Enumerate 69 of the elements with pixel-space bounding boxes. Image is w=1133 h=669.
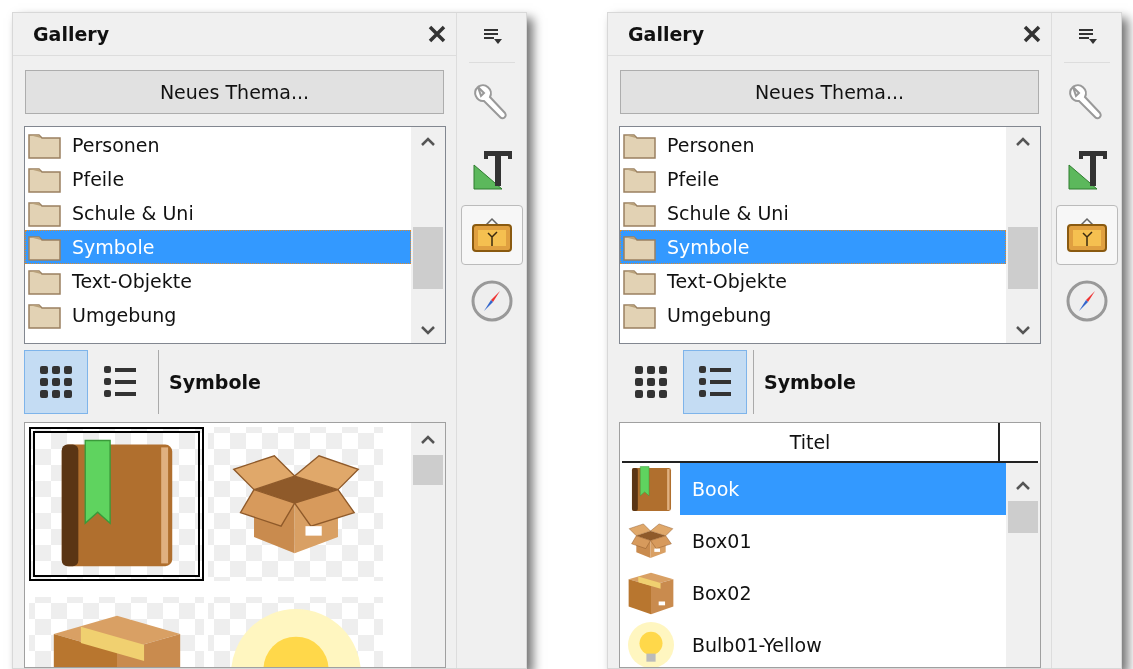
- column-header[interactable]: Titel: [622, 423, 1000, 461]
- scrollbar[interactable]: [411, 423, 445, 667]
- panel-title: Gallery: [628, 23, 705, 45]
- theme-list-item[interactable]: Umgebung: [620, 298, 1006, 332]
- folder-icon: [28, 165, 62, 193]
- compass-icon: [1064, 279, 1109, 323]
- menu-icon: [481, 27, 502, 45]
- close-icon: [428, 25, 446, 43]
- grid-view-icon: [634, 365, 668, 399]
- folder-icon: [28, 301, 62, 329]
- new-theme-button[interactable]: Neues Thema...: [25, 70, 444, 114]
- theme-list-item[interactable]: Schule & Uni: [25, 196, 411, 230]
- theme-list-item[interactable]: Personen: [620, 128, 1006, 162]
- folder-icon: [623, 165, 657, 193]
- theme-list-item[interactable]: Text-Objekte: [620, 264, 1006, 298]
- scroll-up-icon[interactable]: [420, 435, 436, 445]
- picture-frame-icon: [1064, 215, 1109, 255]
- scroll-thumb[interactable]: [1008, 227, 1038, 289]
- scroll-down-icon[interactable]: [1015, 325, 1031, 335]
- scroll-thumb[interactable]: [413, 227, 443, 289]
- picture-frame-icon: [469, 215, 514, 255]
- grid-view-icon: [39, 365, 73, 399]
- theme-list-item[interactable]: Pfeile: [620, 162, 1006, 196]
- theme-list-item[interactable]: Pfeile: [25, 162, 411, 196]
- folder-icon: [28, 131, 62, 159]
- scroll-up-icon[interactable]: [1015, 481, 1031, 491]
- list-view-icon: [103, 365, 137, 399]
- close-icon: [1023, 25, 1041, 43]
- scroll-thumb[interactable]: [1008, 501, 1038, 533]
- theme-list-item[interactable]: Text-Objekte: [25, 264, 411, 298]
- menu-icon: [1076, 27, 1097, 45]
- theme-list-item[interactable]: Umgebung: [25, 298, 411, 332]
- folder-icon: [28, 199, 62, 227]
- new-theme-button[interactable]: Neues Thema...: [620, 70, 1039, 114]
- panel-title: Gallery: [33, 23, 110, 45]
- box-picture: [628, 571, 674, 615]
- folder-icon: [623, 131, 657, 159]
- gallery-item[interactable]: [29, 427, 204, 581]
- scrollbar[interactable]: [411, 127, 445, 343]
- view-mode-button[interactable]: [683, 350, 747, 414]
- gallery-list-row[interactable]: Box01: [622, 515, 1006, 567]
- box-picture: [628, 523, 674, 559]
- folder-icon: [623, 267, 657, 295]
- light-bulb-picture: [628, 622, 674, 667]
- view-mode-button[interactable]: [24, 350, 88, 414]
- scroll-down-icon[interactable]: [420, 325, 436, 335]
- current-theme-name: Symbole: [764, 371, 856, 393]
- close-button[interactable]: [426, 23, 448, 45]
- scroll-thumb[interactable]: [413, 455, 443, 485]
- book-picture: [630, 466, 672, 512]
- scroll-up-icon[interactable]: [1015, 137, 1031, 147]
- sidebar-tab[interactable]: [1055, 205, 1118, 265]
- list-view-icon: [698, 365, 732, 399]
- folder-icon: [28, 233, 62, 261]
- gallery-list-row[interactable]: Bulb01-Yellow: [622, 619, 1006, 667]
- scroll-up-icon[interactable]: [420, 137, 436, 147]
- close-button[interactable]: [1021, 23, 1043, 45]
- scrollbar[interactable]: [1006, 127, 1040, 343]
- gallery-list-row[interactable]: Box02: [622, 567, 1006, 619]
- folder-icon: [28, 267, 62, 295]
- current-theme-name: Symbole: [169, 371, 261, 393]
- theme-list-item[interactable]: Personen: [25, 128, 411, 162]
- compass-icon: [469, 279, 514, 323]
- sidebar-tab[interactable]: [460, 205, 523, 265]
- folder-icon: [623, 199, 657, 227]
- theme-list-item[interactable]: Schule & Uni: [620, 196, 1006, 230]
- scrollbar[interactable]: [1006, 463, 1040, 667]
- folder-icon: [623, 233, 657, 261]
- folder-icon: [623, 301, 657, 329]
